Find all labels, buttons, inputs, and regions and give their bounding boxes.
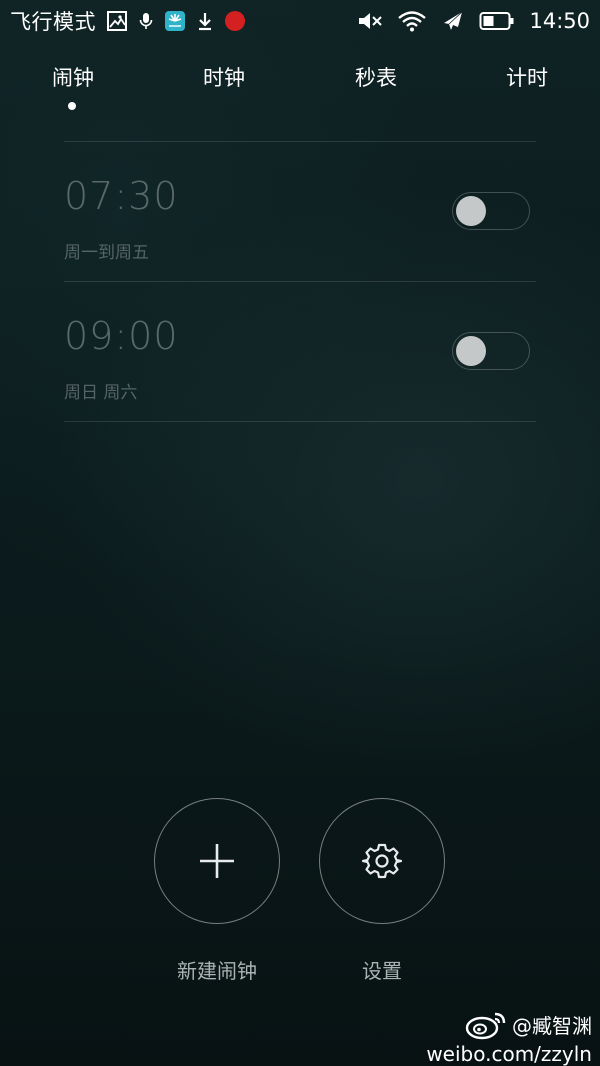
toggle-knob	[456, 336, 486, 366]
status-time: 14:50	[529, 9, 590, 33]
alarm-row[interactable]: 09:00 周日 周六	[64, 282, 536, 422]
record-icon	[224, 10, 246, 32]
watermark-handle: @臧智渊	[512, 1013, 592, 1038]
tab-alarm[interactable]: 闹钟	[13, 62, 133, 92]
gear-icon	[362, 841, 402, 881]
mic-icon	[138, 10, 154, 32]
status-left: 飞行模式	[10, 6, 246, 36]
tab-stopwatch[interactable]: 秒表	[316, 62, 436, 92]
alarm-repeat: 周日 周六	[64, 383, 138, 403]
alarm-row[interactable]: 07:30 周一到周五	[64, 142, 536, 282]
airplane-mode-text: 飞行模式	[10, 10, 96, 34]
mute-icon	[357, 10, 383, 32]
tab-timer[interactable]: 计时	[467, 62, 587, 92]
settings-button[interactable]	[319, 798, 445, 924]
watermark-url: weibo.com/zzyln	[426, 1042, 592, 1066]
status-bar: 飞行模式 14:50	[0, 0, 600, 42]
tab-world-clock[interactable]: 时钟	[164, 62, 284, 92]
alarm-toggle[interactable]	[452, 192, 530, 230]
alarm-time: 07:30	[64, 174, 179, 218]
weibo-logo-icon	[464, 1008, 508, 1040]
watermark-handle-line: @臧智渊	[426, 1008, 592, 1040]
battery-icon	[479, 10, 515, 32]
new-alarm-button[interactable]	[154, 798, 280, 924]
plus-icon	[197, 841, 237, 881]
divider	[64, 421, 536, 422]
settings-label: 设置	[362, 959, 402, 983]
airplane-icon	[441, 10, 465, 32]
status-right: 14:50	[357, 6, 590, 36]
alarm-repeat: 周一到周五	[64, 243, 149, 263]
download-icon	[196, 10, 214, 32]
new-alarm-label: 新建闹钟	[177, 959, 257, 983]
alarm-toggle[interactable]	[452, 332, 530, 370]
weibo-watermark: @臧智渊 weibo.com/zzyln	[426, 1008, 592, 1066]
tab-bar: 闹钟 时钟 秒表 计时	[0, 62, 600, 122]
alarm-time: 09:00	[64, 314, 179, 358]
clock-app-screen: 飞行模式 14:50 闹钟 时钟 秒表 计时 07:30 周一到周五 09:00…	[0, 0, 600, 1066]
wifi-icon	[397, 10, 427, 32]
toggle-knob	[456, 196, 486, 226]
huawei-icon	[164, 10, 186, 32]
active-tab-indicator	[68, 102, 76, 110]
image-icon	[106, 10, 128, 32]
